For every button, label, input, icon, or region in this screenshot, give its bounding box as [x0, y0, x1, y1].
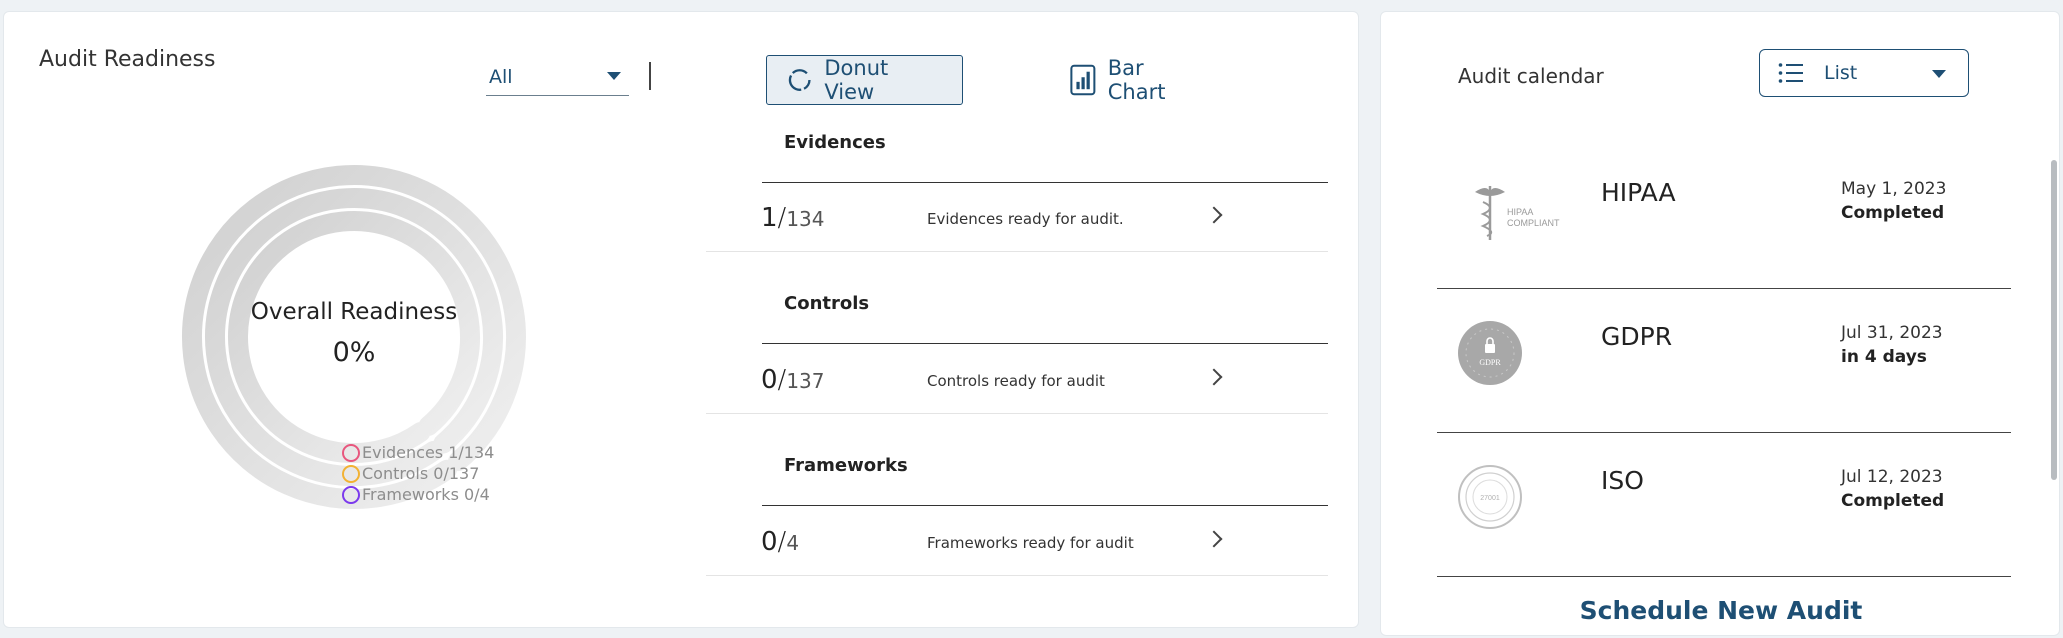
audit-name: ISO — [1601, 466, 1644, 495]
divider — [762, 343, 1328, 344]
divider — [706, 575, 1328, 576]
chevron-down-icon — [1932, 70, 1946, 78]
legend-label: Controls 0/137 — [362, 464, 480, 483]
iso-logo-icon: 27001 — [1458, 465, 1522, 529]
bar-chart-icon — [1070, 64, 1096, 96]
frameworks-section-title: Frameworks — [784, 455, 908, 476]
evidences-description: Evidences ready for audit. — [927, 210, 1124, 228]
frameworks-row[interactable]: 0/4 Frameworks ready for audit — [706, 507, 1328, 575]
legend-item-frameworks: Frameworks 0/4 — [342, 484, 494, 505]
divider — [706, 413, 1328, 414]
legend-label: Evidences 1/134 — [362, 443, 495, 462]
audit-readiness-card: Audit Readiness All Donut View Bar Chart — [3, 11, 1359, 628]
audit-item-gdpr[interactable]: GDPR GDPR Jul 31, 2023 in 4 days — [1437, 298, 2011, 442]
divider — [706, 251, 1328, 252]
chevron-right-icon[interactable] — [1205, 206, 1223, 224]
controls-description: Controls ready for audit — [927, 372, 1105, 390]
audit-calendar-title: Audit calendar — [1458, 64, 1604, 88]
divider — [1437, 432, 2011, 433]
audit-item-hipaa[interactable]: HIPAA COMPLIANT HIPAA May 1, 2023 Comple… — [1437, 154, 2011, 298]
frameworks-count: 0/4 — [761, 527, 800, 557]
legend-circle-icon — [342, 443, 360, 462]
audit-date: Jul 31, 2023 — [1841, 323, 1943, 343]
audit-item-iso[interactable]: 27001 ISO Jul 12, 2023 Completed — [1437, 442, 2011, 586]
overall-readiness-label: Overall Readiness — [250, 299, 458, 325]
legend-circle-icon — [342, 464, 360, 483]
svg-text:27001: 27001 — [1480, 495, 1500, 502]
evidences-count-value: 1 — [761, 203, 778, 233]
audit-calendar-card: Audit calendar List HIPAA COMPLIANT HIPA… — [1380, 11, 2060, 636]
frameworks-total-value: 4 — [786, 531, 800, 555]
bar-chart-button[interactable]: Bar Chart — [1050, 55, 1220, 105]
legend-item-controls: Controls 0/137 — [342, 463, 494, 484]
legend-item-evidences: Evidences 1/134 — [342, 442, 494, 463]
audit-date: May 1, 2023 — [1841, 179, 1947, 199]
frameworks-count-value: 0 — [761, 527, 778, 557]
svg-text:HIPAA: HIPAA — [1507, 207, 1533, 217]
controls-section-title: Controls — [784, 293, 870, 314]
audit-name: HIPAA — [1601, 178, 1676, 207]
gdpr-logo-icon: GDPR — [1458, 321, 1522, 385]
view-select-value: List — [1824, 62, 1858, 84]
controls-total-value: 137 — [786, 369, 825, 393]
divider — [1437, 288, 2011, 289]
readiness-filter-select[interactable]: All — [486, 54, 629, 96]
evidences-section-title: Evidences — [784, 132, 886, 153]
donut-view-button[interactable]: Donut View — [766, 55, 963, 105]
donut-view-label: Donut View — [824, 56, 889, 104]
donut-icon — [788, 69, 811, 91]
bar-chart-label: Bar Chart — [1107, 56, 1166, 104]
audit-date: Jul 12, 2023 — [1841, 467, 1943, 487]
controls-count-value: 0 — [761, 365, 778, 395]
controls-count: 0/137 — [761, 365, 825, 395]
frameworks-description: Frameworks ready for audit — [927, 534, 1134, 552]
calendar-scrollbar[interactable] — [2051, 160, 2057, 480]
calendar-view-select[interactable]: List — [1759, 49, 1969, 97]
overall-readiness-value: 0% — [332, 337, 376, 368]
audit-status: in 4 days — [1841, 347, 1927, 367]
audit-status: Completed — [1841, 203, 1945, 223]
audit-status: Completed — [1841, 491, 1945, 511]
filter-value: All — [489, 66, 513, 88]
chevron-right-icon[interactable] — [1205, 530, 1223, 548]
svg-text:COMPLIANT: COMPLIANT — [1507, 218, 1560, 228]
audit-readiness-title: Audit Readiness — [39, 47, 216, 72]
controls-row[interactable]: 0/137 Controls ready for audit — [706, 345, 1328, 413]
hipaa-logo-icon: HIPAA COMPLIANT — [1475, 186, 1560, 240]
chevron-down-icon — [607, 72, 621, 80]
list-icon — [1778, 63, 1803, 83]
audit-name: GDPR — [1601, 322, 1673, 351]
legend-circle-icon — [342, 485, 360, 504]
schedule-new-audit-button[interactable]: Schedule New Audit — [1381, 596, 2059, 625]
legend-label: Frameworks 0/4 — [362, 485, 490, 504]
divider — [1437, 576, 2011, 577]
donut-legend: Evidences 1/134 Controls 0/137 Framework… — [342, 442, 494, 505]
divider — [762, 505, 1328, 506]
divider — [649, 62, 651, 90]
evidences-row[interactable]: 1/134 Evidences ready for audit. — [706, 183, 1328, 251]
evidences-count: 1/134 — [761, 203, 825, 233]
chevron-right-icon[interactable] — [1205, 368, 1223, 386]
svg-text:GDPR: GDPR — [1479, 358, 1501, 367]
evidences-total-value: 134 — [786, 207, 825, 231]
